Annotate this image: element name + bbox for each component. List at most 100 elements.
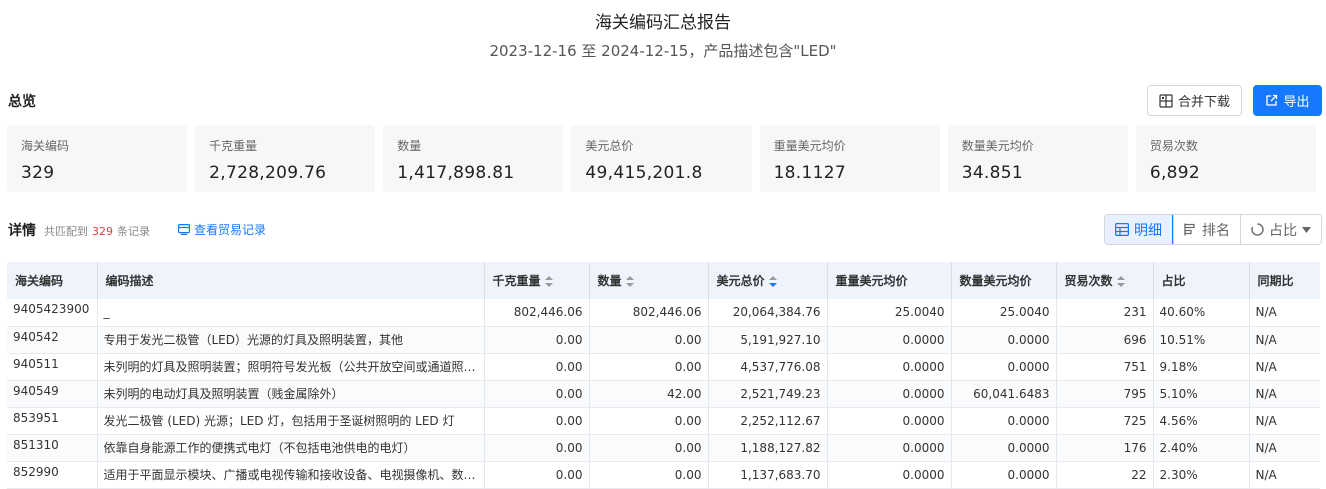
cell-quantity: 802,446.06 [589, 299, 709, 327]
cell-yoy: N/A [1249, 326, 1320, 354]
cell-weight: 0.00 [484, 380, 590, 408]
merge-download-button[interactable]: 合并下载 [1147, 85, 1242, 116]
cell-trade-count: 176 [1056, 434, 1154, 462]
cell-hs-code: 940549 [7, 380, 98, 408]
cell-hs-code: 9405423900 [7, 299, 98, 327]
col-trade-count[interactable]: 贸易次数 [1056, 262, 1154, 299]
cell-total-usd: 2,252,112.67 [708, 407, 828, 435]
cell-trade-count: 751 [1056, 353, 1154, 381]
card-label: 数量 [397, 139, 422, 153]
cell-yoy: N/A [1249, 299, 1320, 327]
cell-quantity-avg-price: 0.0000 [951, 434, 1057, 462]
cell-weight-avg-price: 0.0000 [827, 434, 952, 462]
cell-weight-avg-price: 0.0000 [827, 353, 952, 381]
cell-yoy: N/A [1249, 461, 1320, 489]
col-total-usd[interactable]: 美元总价 [708, 262, 828, 299]
cell-trade-count: 795 [1056, 380, 1154, 408]
card-hs-code: 海关编码 329 [7, 125, 188, 192]
tab-detail[interactable]: 明细 [1105, 215, 1173, 244]
sort-desc-icon [768, 276, 777, 287]
match-suffix: 条记录 [117, 225, 150, 238]
cell-total-usd: 1,188,127.82 [708, 434, 828, 462]
bar-rank-icon [1184, 223, 1195, 236]
view-toggle: 明细 排名 占比 [1104, 214, 1322, 245]
match-count: 329 [92, 225, 113, 238]
col-share: 占比 [1153, 262, 1250, 299]
table-row[interactable]: 851310 依靠自身能源工作的便携式电灯（不包括电池供电的电灯） 0.00 0… [7, 434, 1320, 462]
card-value: 1,417,898.81 [397, 163, 515, 183]
table-row[interactable]: 9405423900 _ 802,446.06 802,446.06 20,06… [7, 299, 1320, 327]
match-prefix: 共匹配到 [44, 225, 88, 238]
cell-quantity-avg-price: 60,041.6483 [951, 380, 1057, 408]
cell-total-usd: 1,137,683.70 [708, 461, 828, 489]
cell-trade-count: 696 [1056, 326, 1154, 354]
cell-description: 未列明的电动灯具及照明装置（贱金属除外） [97, 380, 485, 408]
cell-yoy: N/A [1249, 434, 1320, 462]
cell-weight: 0.00 [484, 326, 590, 354]
tab-share[interactable]: 占比 [1240, 215, 1321, 244]
overview-heading: 总览 [8, 94, 36, 110]
cell-quantity: 0.00 [589, 407, 709, 435]
card-trade-count: 贸易次数 6,892 [1135, 125, 1316, 192]
card-value: 49,415,201.8 [585, 163, 703, 183]
card-value: 2,728,209.76 [209, 163, 327, 183]
card-label: 数量美元均价 [961, 139, 1034, 153]
card-quantity-avg-price: 数量美元均价 34.851 [947, 125, 1128, 192]
table-row[interactable]: 853951 发光二极管 (LED) 光源；LED 灯，包括用于圣诞树照明的 L… [7, 407, 1320, 435]
col-description: 编码描述 [97, 262, 485, 299]
card-weight-avg-price: 重量美元均价 18.1127 [759, 125, 940, 192]
card-value: 6,892 [1149, 163, 1201, 183]
cell-description: 依靠自身能源工作的便携式电灯（不包括电池供电的电灯） [97, 434, 485, 462]
col-quantity-label: 数量 [597, 274, 622, 288]
cell-share: 40.60% [1153, 299, 1250, 327]
cell-total-usd: 4,537,776.08 [708, 353, 828, 381]
tab-detail-label: 明细 [1134, 222, 1162, 239]
card-weight: 千克重量 2,728,209.76 [195, 125, 376, 192]
col-weight-label: 千克重量 [492, 274, 541, 288]
cell-weight-avg-price: 0.0000 [827, 461, 952, 489]
table-row[interactable]: 940549 未列明的电动灯具及照明装置（贱金属除外） 0.00 42.00 2… [7, 380, 1320, 408]
cell-trade-count: 22 [1056, 461, 1154, 489]
cell-quantity: 0.00 [589, 434, 709, 462]
cell-share: 9.18% [1153, 353, 1250, 381]
cell-description: 未列明的灯具及照明装置；照明符号发光板（公共开放空间或通道照明用… [97, 353, 485, 381]
col-weight-avg-price: 重量美元均价 [827, 262, 952, 299]
hs-code-table: 海关编码 编码描述 千克重量 数量 美元总价 重量美元均价 数量美元均价 贸易次… [7, 262, 1320, 489]
cell-yoy: N/A [1249, 407, 1320, 435]
cell-weight: 0.00 [484, 407, 590, 435]
card-value: 18.1127 [773, 163, 846, 183]
sort-icon [544, 276, 553, 287]
cell-weight: 802,446.06 [484, 299, 590, 327]
view-trade-records-link[interactable]: 查看贸易记录 [178, 221, 266, 238]
cell-weight-avg-price: 25.0040 [827, 299, 952, 327]
records-icon [178, 224, 190, 235]
cell-share: 2.30% [1153, 461, 1250, 489]
cell-hs-code: 852990 [7, 461, 98, 489]
card-value: 329 [21, 163, 55, 183]
cell-quantity: 42.00 [589, 380, 709, 408]
card-value: 34.851 [961, 163, 1023, 183]
details-bar: 详情 共匹配到 329 条记录 查看贸易记录 [8, 220, 266, 240]
col-quantity-avg-price: 数量美元均价 [951, 262, 1057, 299]
col-weight[interactable]: 千克重量 [484, 262, 590, 299]
export-button[interactable]: 导出 [1253, 85, 1322, 116]
table-row[interactable]: 940542 专用于发光二极管（LED）光源的灯具及照明装置，其他 0.00 0… [7, 326, 1320, 354]
cell-share: 4.56% [1153, 407, 1250, 435]
pie-share-icon [1251, 223, 1264, 236]
export-label: 导出 [1283, 95, 1310, 110]
card-label: 美元总价 [585, 139, 634, 153]
cell-weight-avg-price: 0.0000 [827, 407, 952, 435]
sort-icon [625, 276, 634, 287]
cell-weight: 0.00 [484, 353, 590, 381]
cell-quantity: 0.00 [589, 326, 709, 354]
table-row[interactable]: 940511 未列明的灯具及照明装置；照明符号发光板（公共开放空间或通道照明用…… [7, 353, 1320, 381]
table-row[interactable]: 852990 适用于平面显示模块、广播或电视传输和接收设备、电视摄像机、数码相…… [7, 461, 1320, 489]
tab-rank[interactable]: 排名 [1173, 215, 1240, 244]
cell-quantity: 0.00 [589, 461, 709, 489]
col-yoy: 同期比 [1249, 262, 1320, 299]
col-quantity[interactable]: 数量 [589, 262, 709, 299]
table-header-row: 海关编码 编码描述 千克重量 数量 美元总价 重量美元均价 数量美元均价 贸易次… [7, 262, 1320, 299]
report-subtitle: 2023-12-16 至 2024-12-15，产品描述包含"LED" [489, 42, 837, 60]
cell-weight: 0.00 [484, 434, 590, 462]
cell-weight: 0.00 [484, 461, 590, 489]
